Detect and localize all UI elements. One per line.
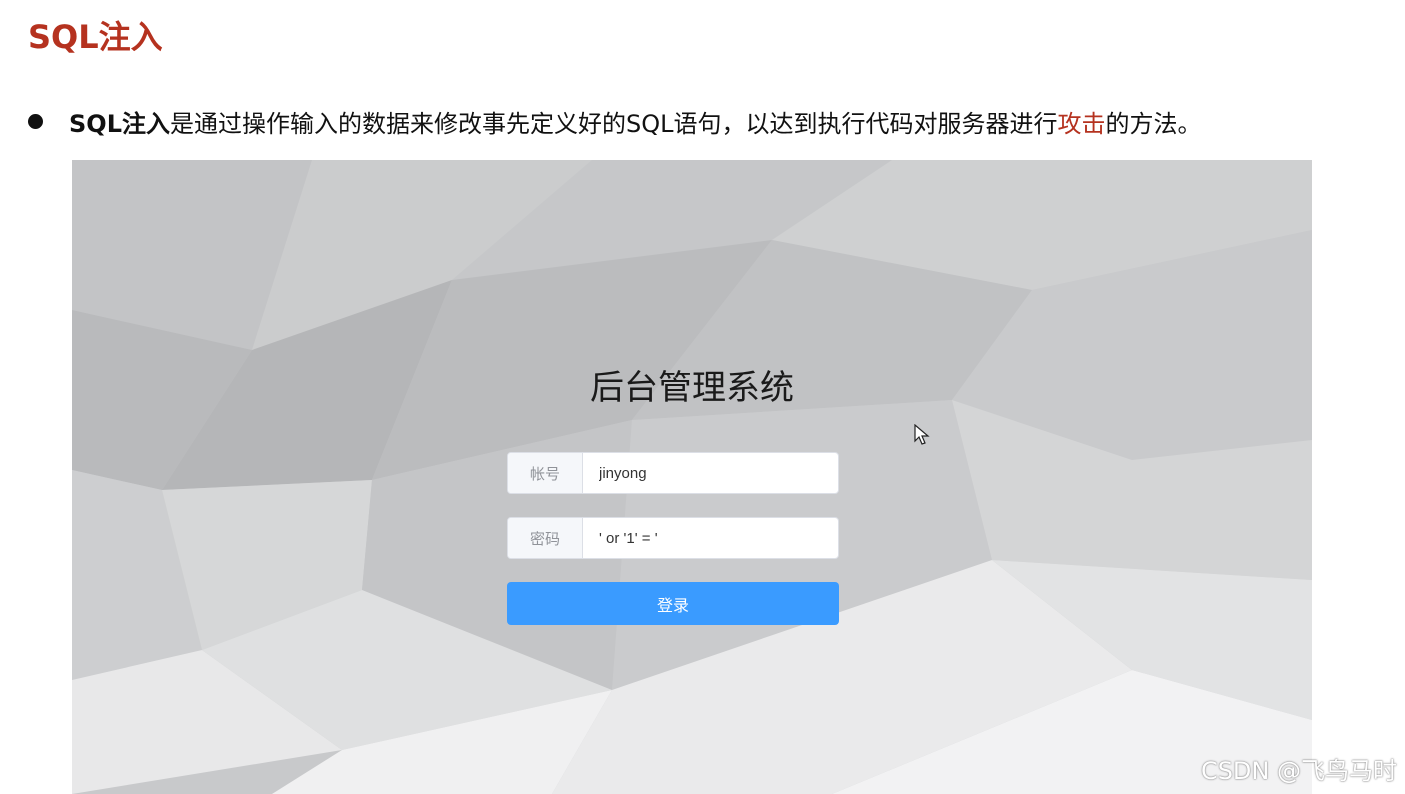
username-field[interactable]: 帐号 [507, 452, 839, 494]
bullet-term: SQL注入 [69, 110, 170, 138]
bullet-dot-icon [28, 114, 43, 129]
bullet-point: SQL注入 是通过操作输入的数据来修改事先定义好的SQL语句，以达到执行代码对服… [28, 104, 1400, 139]
username-input[interactable] [583, 453, 838, 493]
password-field[interactable]: 密码 [507, 517, 839, 559]
csdn-watermark: CSDN @飞鸟马时 [1200, 757, 1397, 785]
slide-title: SQL注入 [28, 18, 163, 56]
login-button[interactable]: 登录 [507, 582, 839, 625]
password-label: 密码 [508, 518, 583, 558]
password-input[interactable] [583, 518, 838, 558]
system-title: 后台管理系统 [590, 368, 794, 408]
bullet-highlight: 攻击 [1057, 110, 1106, 138]
mouse-pointer-icon [914, 424, 930, 445]
bullet-text-after: 的方法。 [1105, 110, 1202, 138]
login-page-screenshot: 后台管理系统 帐号 密码 登录 [72, 160, 1312, 794]
username-label: 帐号 [508, 453, 583, 493]
bullet-text-before: 是通过操作输入的数据来修改事先定义好的SQL语句，以达到执行代码对服务器进行 [169, 110, 1058, 138]
